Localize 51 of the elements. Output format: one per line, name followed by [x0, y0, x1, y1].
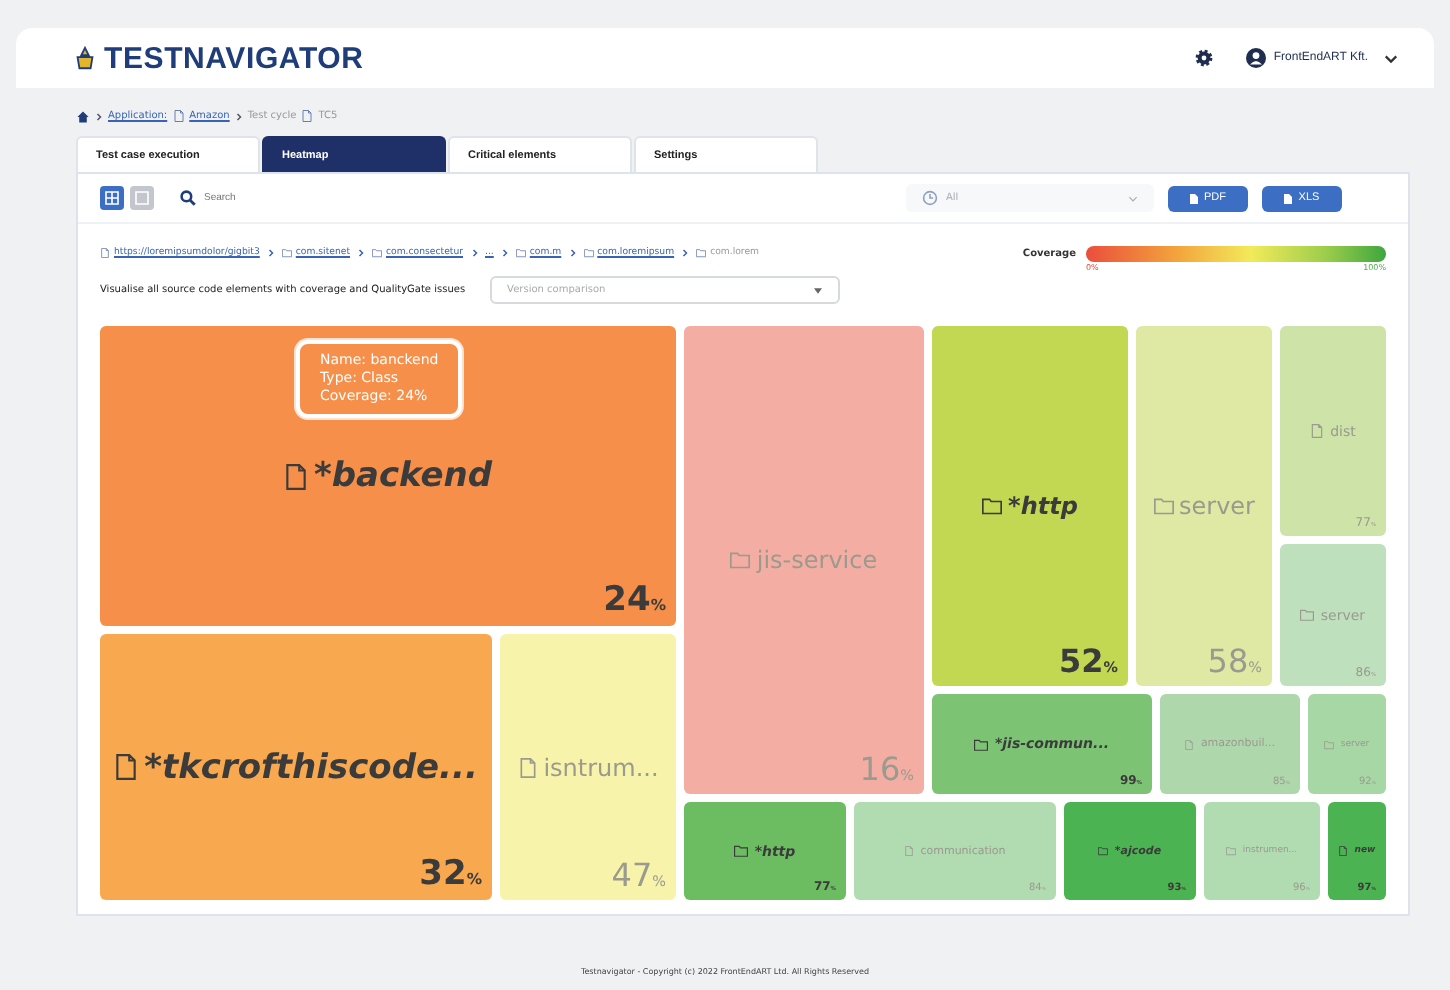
home-icon[interactable]: [76, 109, 90, 123]
folder-icon: [372, 247, 382, 257]
folder-icon: [696, 247, 707, 257]
chevron-icon: [501, 247, 508, 257]
avatar-icon: [1245, 48, 1266, 68]
folder-icon: [982, 496, 1003, 516]
chevron-icon: [1384, 53, 1398, 63]
grid-view-button[interactable]: [100, 186, 124, 210]
tile-label: server: [1179, 492, 1255, 520]
chevron-icon: [1128, 195, 1138, 201]
folder-icon: [1226, 846, 1237, 856]
folder-icon: [281, 247, 292, 257]
caret-icon: [813, 287, 822, 293]
file-icon: [1190, 193, 1198, 203]
chevron-icon: [358, 247, 364, 257]
logo-icon: [72, 45, 98, 71]
file-icon: [173, 110, 184, 122]
folder-icon: [1300, 608, 1315, 622]
folder-icon: [515, 247, 526, 257]
chevron-icon: [267, 247, 274, 257]
tile-label: isntrum...: [543, 753, 659, 781]
settings-icon[interactable]: [1193, 48, 1214, 68]
file-icon: [517, 757, 538, 777]
file-icon: [283, 463, 308, 489]
search-icon: [180, 190, 196, 206]
folder-icon: [1098, 846, 1109, 856]
file-icon: [1310, 424, 1325, 438]
file-icon: [1284, 193, 1293, 203]
folder-icon: [734, 844, 749, 858]
file-icon: [302, 110, 313, 122]
chevron-icon: [235, 111, 242, 121]
tile-label: *backend: [313, 456, 493, 496]
file-icon: [1184, 739, 1195, 749]
chevron-icon: [682, 247, 689, 257]
file-icon: [100, 247, 110, 257]
tile-label: *http: [1008, 492, 1078, 520]
tile-label: jis-service: [756, 546, 878, 574]
folder-icon: [730, 550, 751, 570]
folder-icon: [1324, 739, 1335, 749]
tile-label: *tkcrofthiscode...: [144, 747, 478, 787]
chevron-icon: [96, 111, 102, 121]
file-icon: [904, 846, 915, 856]
chevron-icon: [471, 247, 477, 257]
folder-icon: [974, 737, 989, 751]
folder-icon: [1153, 496, 1173, 516]
clock-icon: [922, 190, 938, 206]
chevron-icon: [569, 247, 576, 257]
file-icon: [1338, 846, 1349, 856]
logo-text: TESTNAVIGATOR: [104, 41, 364, 75]
file-icon: [114, 754, 139, 780]
folder-icon: [583, 247, 594, 257]
